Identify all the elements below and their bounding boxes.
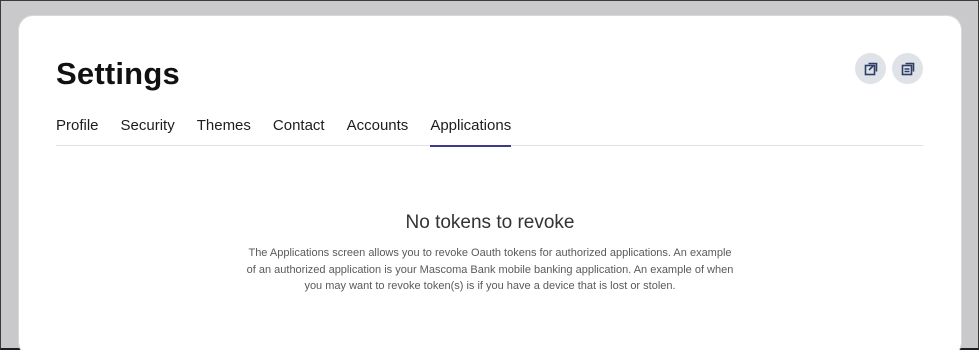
export-button[interactable] [855,53,886,84]
settings-tabs: Profile Security Themes Contact Accounts… [56,116,923,147]
settings-card: Settings Profile Security Themes Contact… [19,16,961,350]
empty-state-description: The Applications screen allows you to re… [246,247,734,292]
document-icon [901,62,914,75]
page-title: Settings [56,56,180,91]
document-button[interactable] [892,53,923,84]
tab-applications[interactable]: Applications [430,116,511,147]
tab-contact[interactable]: Contact [273,116,325,146]
tab-accounts[interactable]: Accounts [347,116,409,146]
export-icon [864,62,877,75]
tab-security[interactable]: Security [121,116,175,146]
tab-themes[interactable]: Themes [197,116,251,146]
empty-state-title: No tokens to revoke [405,212,575,233]
tab-profile[interactable]: Profile [56,116,99,146]
